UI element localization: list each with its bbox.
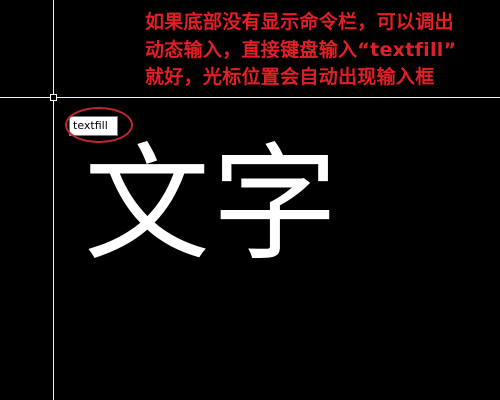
crosshair-vertical	[53, 0, 54, 400]
cursor-pickbox	[50, 94, 57, 101]
crosshair-horizontal	[0, 97, 500, 98]
instruction-line-2: 动态输入，直接键盘输入“textfill”	[145, 38, 457, 61]
instruction-line-3: 就好，光标位置会自动出现输入框	[145, 66, 435, 88]
drawing-text[interactable]: 文字	[84, 130, 340, 280]
highlight-ellipse	[65, 107, 133, 143]
instruction-line-1: 如果底部没有显示命令栏，可以调出	[145, 11, 454, 33]
drawing-canvas[interactable]: 文字 textfill 如果底部没有显示命令栏，可以调出 动态输入，直接键盘输入…	[0, 0, 500, 400]
instruction-annotation: 如果底部没有显示命令栏，可以调出 动态输入，直接键盘输入“textfill” 就…	[145, 9, 495, 92]
